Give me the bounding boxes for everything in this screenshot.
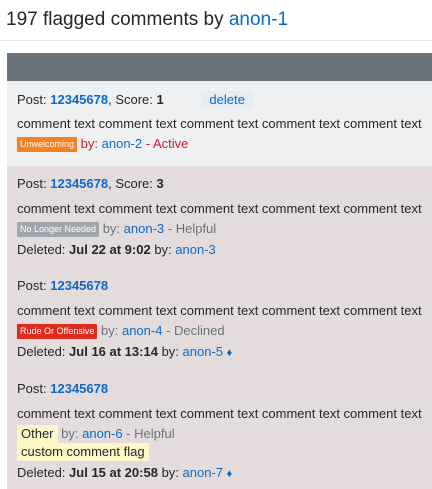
- list-header-bar: [7, 53, 432, 81]
- flagger-link[interactable]: anon-3: [124, 221, 164, 236]
- flagger-link[interactable]: anon-4: [122, 323, 162, 338]
- comment-text: comment text comment text comment text c…: [17, 303, 422, 318]
- by-label: by:: [80, 136, 98, 151]
- moderator-diamond-icon: ♦: [226, 347, 233, 359]
- flag-entry-active: Post: 12345678, Score: 1 delete comment …: [7, 81, 432, 166]
- post-line: Post: 12345678: [17, 278, 426, 294]
- deleted-line: Deleted: Jul 22 at 9:02 by: anon-3: [17, 242, 426, 258]
- score-label: , Score:: [108, 176, 153, 191]
- by-label: by:: [102, 221, 121, 236]
- by-label: by:: [61, 426, 79, 441]
- deleted-by-label: by:: [161, 465, 179, 480]
- flag-line: Unwelcoming by: anon-2 - Active: [17, 135, 426, 153]
- post-line: Post: 12345678: [17, 381, 426, 397]
- flag-status: - Helpful: [126, 426, 175, 441]
- score-label: , Score:: [108, 92, 153, 107]
- comment-text: comment text comment text comment text c…: [17, 116, 422, 131]
- score-value: 1: [156, 92, 164, 107]
- user-link[interactable]: anon-1: [229, 9, 288, 30]
- flagger-link[interactable]: anon-2: [102, 136, 142, 151]
- score-value: 3: [156, 176, 164, 191]
- deleted-by-link[interactable]: anon-3: [175, 242, 215, 257]
- custom-flag-text: custom comment flag: [17, 443, 149, 461]
- flag-line: Other by: anon-6 - Helpful: [17, 425, 426, 443]
- flag-status: - Helpful: [167, 221, 217, 236]
- deleted-by-label: by:: [161, 344, 179, 359]
- page-title: 197 flagged comments by anon-1: [6, 9, 432, 31]
- flagger-link[interactable]: anon-6: [82, 426, 122, 441]
- post-line: Post: 12345678, Score: 3: [17, 176, 426, 192]
- flag-count-text: 197 flagged comments by: [6, 9, 224, 30]
- flag-status: - Declined: [166, 323, 225, 338]
- flag-entry-deleted: Post: 12345678, Score: 3 comment text co…: [7, 166, 432, 258]
- deleted-label: Deleted:: [17, 344, 66, 359]
- deleted-by-link[interactable]: anon-5: [183, 344, 223, 359]
- deleted-date: Jul 15 at 20:58: [69, 465, 158, 480]
- flag-list: Post: 12345678, Score: 1 delete comment …: [7, 53, 432, 489]
- flag-reason-badge: No Longer Needed: [17, 222, 100, 237]
- flag-status: - Active: [145, 136, 189, 151]
- flag-entry-deleted: Post: 12345678 comment text comment text…: [7, 361, 432, 482]
- comment-text: comment text comment text comment text c…: [17, 201, 422, 216]
- post-link[interactable]: 12345678: [50, 381, 108, 396]
- deleted-by-link[interactable]: anon-7: [183, 465, 223, 480]
- post-label: Post:: [17, 278, 47, 293]
- post-label: Post:: [17, 92, 47, 107]
- page-header: 197 flagged comments by anon-1: [0, 0, 432, 41]
- deleted-entries: Post: 12345678, Score: 3 comment text co…: [7, 166, 432, 489]
- post-label: Post:: [17, 381, 47, 396]
- deleted-date: Jul 22 at 9:02: [69, 242, 151, 257]
- by-label: by:: [101, 323, 119, 338]
- deleted-label: Deleted:: [17, 465, 66, 480]
- comment-text: comment text comment text comment text c…: [17, 406, 422, 421]
- post-link[interactable]: 12345678: [50, 176, 108, 191]
- post-link[interactable]: 12345678: [50, 278, 108, 293]
- flag-entry-deleted: Post: 12345678 comment text comment text…: [7, 258, 432, 361]
- flag-reason-badge: Unwelcoming: [17, 137, 78, 152]
- flag-line: No Longer Needed by: anon-3 - Helpful: [17, 220, 426, 238]
- post-line: Post: 12345678, Score: 1 delete: [17, 91, 426, 109]
- flag-reason-badge: Rude Or Offensive: [17, 324, 98, 339]
- flag-reason-other: Other: [17, 425, 58, 443]
- custom-flag-line: custom comment flag: [17, 443, 426, 461]
- deleted-by-label: by:: [154, 242, 172, 257]
- post-link[interactable]: 12345678: [50, 92, 108, 107]
- delete-button[interactable]: delete: [201, 91, 253, 109]
- deleted-line: Deleted: Jul 16 at 13:14 by: anon-5 ♦: [17, 344, 426, 361]
- moderator-diamond-icon: ♦: [226, 468, 233, 480]
- flag-line: Rude Or Offensive by: anon-4 - Declined: [17, 322, 426, 340]
- deleted-date: Jul 16 at 13:14: [69, 344, 158, 359]
- post-label: Post:: [17, 176, 47, 191]
- deleted-line: Deleted: Jul 15 at 20:58 by: anon-7 ♦: [17, 465, 426, 482]
- deleted-label: Deleted:: [17, 242, 66, 257]
